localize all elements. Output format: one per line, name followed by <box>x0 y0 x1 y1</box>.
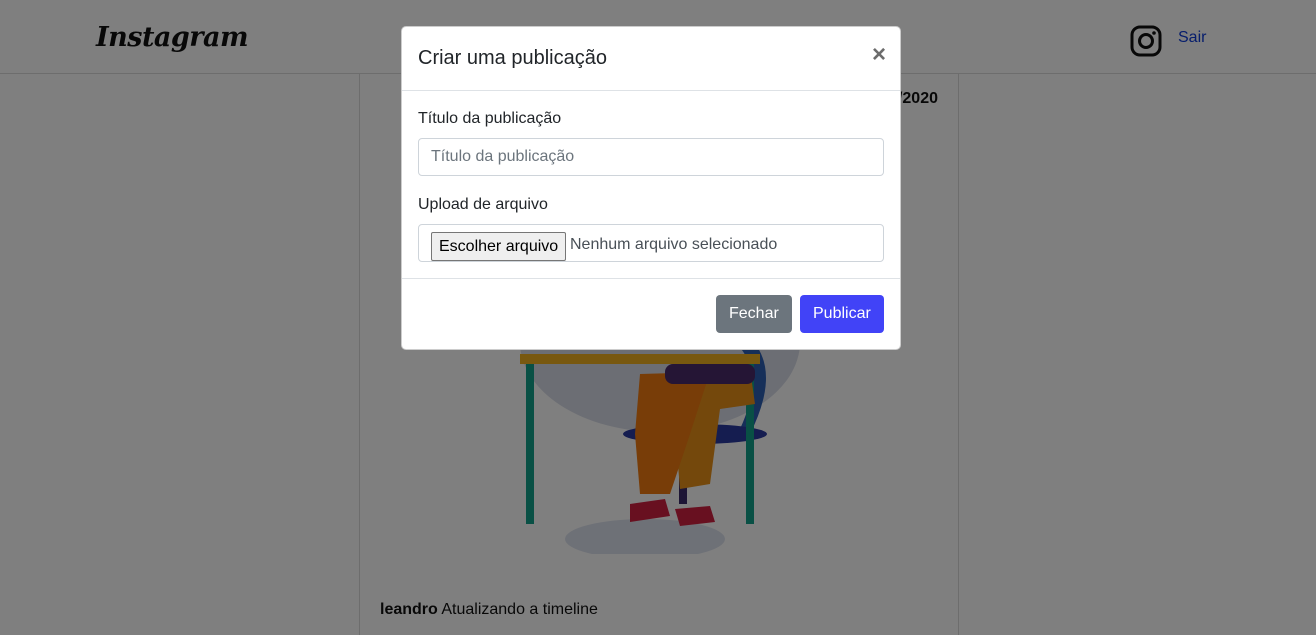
modal-body: Título da publicação Upload de arquivo E… <box>402 91 900 279</box>
file-upload-label: Upload de arquivo <box>418 196 548 213</box>
create-post-modal: Criar uma publicação × Título da publica… <box>401 26 901 350</box>
close-button[interactable]: Fechar <box>716 295 792 333</box>
modal-header: Criar uma publicação × <box>402 27 900 91</box>
post-title-input[interactable] <box>418 138 884 176</box>
title-label: Título da publicação <box>418 110 562 127</box>
file-status-text: Nenhum arquivo selecionado <box>570 236 778 253</box>
modal-footer: Fechar Publicar <box>402 279 900 349</box>
publish-button[interactable]: Publicar <box>800 295 884 333</box>
choose-file-button[interactable]: Escolher arquivo <box>431 232 567 261</box>
modal-title: Criar uma publicação <box>418 47 607 69</box>
close-icon[interactable]: × <box>872 43 886 67</box>
file-upload-field[interactable]: Escolher arquivo Nenhum arquivo selecion… <box>418 224 884 262</box>
